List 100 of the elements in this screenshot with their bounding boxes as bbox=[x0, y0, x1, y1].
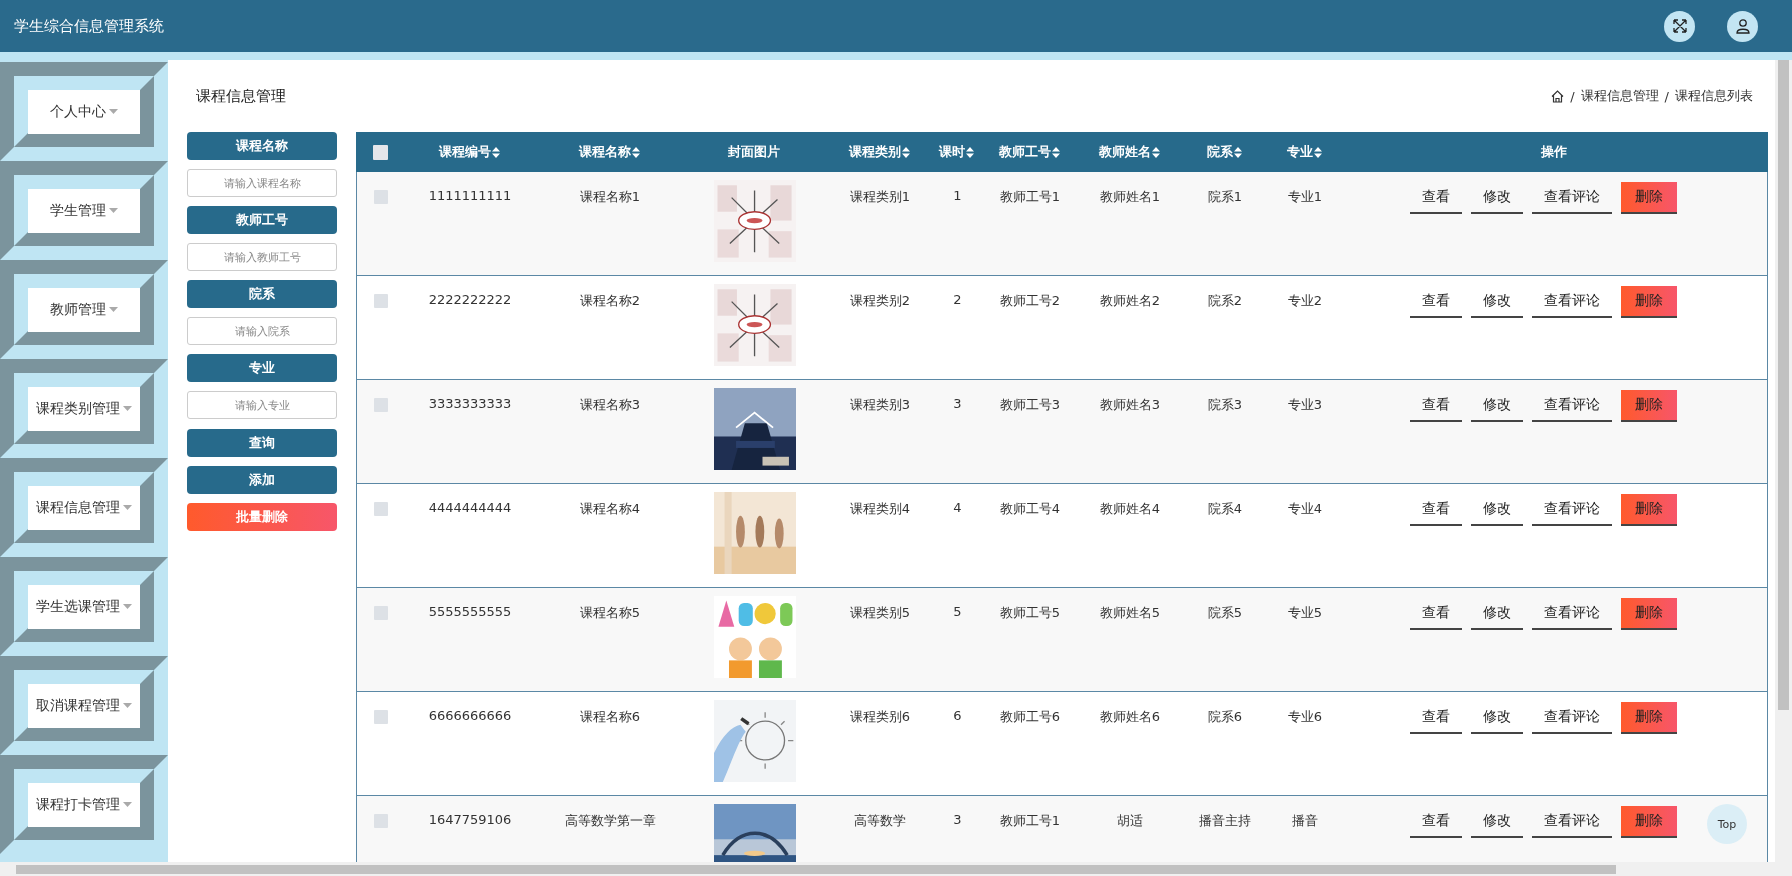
action-button[interactable]: 查看评论 bbox=[1532, 702, 1612, 734]
action-button[interactable]: 查看 bbox=[1410, 390, 1462, 422]
action-button[interactable]: 添加 bbox=[187, 466, 337, 494]
action-button[interactable]: 修改 bbox=[1471, 494, 1523, 526]
row-checkbox[interactable] bbox=[374, 606, 388, 620]
row-checkbox[interactable] bbox=[374, 502, 388, 516]
menu-label: 课程类别管理 bbox=[36, 399, 120, 418]
horizontal-scrollbar[interactable] bbox=[0, 862, 1792, 876]
action-button[interactable]: 修改 bbox=[1471, 598, 1523, 630]
home-icon[interactable] bbox=[1551, 89, 1565, 103]
sidebar-item[interactable]: 学生管理 bbox=[0, 161, 168, 260]
action-button[interactable]: 修改 bbox=[1471, 806, 1523, 838]
action-button[interactable]: 查看评论 bbox=[1532, 806, 1612, 838]
sortable-column-header[interactable]: 专业 bbox=[1286, 143, 1322, 161]
table-cell: 教师姓名3 bbox=[1099, 396, 1161, 414]
table-cell: 院系6 bbox=[1207, 708, 1243, 726]
sidebar-item[interactable]: 教师管理 bbox=[0, 260, 168, 359]
table-cell: 院系4 bbox=[1207, 500, 1243, 518]
sortable-column-header[interactable]: 院系 bbox=[1206, 143, 1242, 161]
select-all-checkbox[interactable] bbox=[372, 144, 388, 160]
table-cell: 教师工号4 bbox=[999, 500, 1061, 518]
table-cell: 院系5 bbox=[1207, 604, 1243, 622]
user-button[interactable] bbox=[1727, 10, 1758, 42]
table-cell: 课程类别1 bbox=[849, 188, 911, 206]
sortable-column-header[interactable]: 课程类别 bbox=[848, 143, 910, 161]
table-cell: 专业1 bbox=[1287, 188, 1323, 206]
sortable-column-header[interactable]: 课程名称 bbox=[578, 143, 640, 161]
row-checkbox[interactable] bbox=[374, 814, 388, 828]
delete-button[interactable]: 删除 bbox=[1621, 182, 1677, 214]
delete-button[interactable]: 删除 bbox=[1621, 806, 1677, 838]
delete-button[interactable]: 删除 bbox=[1621, 598, 1677, 630]
table-cell: 教师工号3 bbox=[999, 396, 1061, 414]
row-checkbox[interactable] bbox=[374, 294, 388, 308]
sortable-column-header[interactable]: 课时 bbox=[939, 143, 974, 161]
sidebar-item[interactable]: 课程类别管理 bbox=[0, 359, 168, 458]
row-checkbox[interactable] bbox=[374, 190, 388, 204]
filter-label: 专业 bbox=[187, 354, 337, 382]
table-cell: 课程类别5 bbox=[849, 604, 911, 622]
table-cell: 教师工号2 bbox=[999, 292, 1061, 310]
search-field[interactable]: 请输入专业 bbox=[187, 391, 337, 419]
delete-button[interactable]: 删除 bbox=[1621, 494, 1677, 526]
sidebar-item[interactable]: 学生选课管理 bbox=[0, 557, 168, 656]
table-cell: 3 bbox=[953, 396, 962, 411]
table-cell: 院系1 bbox=[1207, 188, 1243, 206]
action-button[interactable]: 修改 bbox=[1471, 286, 1523, 318]
action-button[interactable]: 查询 bbox=[187, 429, 337, 457]
table-cell: 教师工号6 bbox=[999, 708, 1061, 726]
caret-icon bbox=[109, 307, 118, 312]
table-cell: 1647759106 bbox=[428, 812, 512, 827]
sortable-column-header[interactable]: 教师工号 bbox=[998, 143, 1060, 161]
table-cell: 教师姓名5 bbox=[1099, 604, 1161, 622]
sidebar-item[interactable]: 个人中心 bbox=[0, 62, 168, 161]
delete-button[interactable]: 删除 bbox=[1621, 702, 1677, 734]
table-cell: 2222222222 bbox=[428, 292, 512, 307]
table-cell: 1 bbox=[953, 188, 962, 203]
search-field[interactable]: 请输入院系 bbox=[187, 317, 337, 345]
breadcrumb-item[interactable]: 课程信息列表 bbox=[1675, 87, 1753, 105]
action-button[interactable]: 查看 bbox=[1410, 598, 1462, 630]
table-cell: 6 bbox=[953, 708, 962, 723]
action-button[interactable]: 查看 bbox=[1410, 806, 1462, 838]
action-button[interactable]: 修改 bbox=[1471, 390, 1523, 422]
sidebar-item[interactable]: 课程信息管理 bbox=[0, 458, 168, 557]
table-cell: 专业3 bbox=[1287, 396, 1323, 414]
action-button[interactable]: 查看评论 bbox=[1532, 494, 1612, 526]
menu-label: 学生选课管理 bbox=[36, 597, 120, 616]
table-cell: 课程类别4 bbox=[849, 500, 911, 518]
action-button[interactable]: 查看 bbox=[1410, 286, 1462, 318]
action-button[interactable]: 修改 bbox=[1471, 182, 1523, 214]
delete-button[interactable]: 删除 bbox=[1621, 286, 1677, 318]
sort-icon bbox=[966, 146, 974, 158]
search-field[interactable]: 请输入教师工号 bbox=[187, 243, 337, 271]
table-cell: 专业6 bbox=[1287, 708, 1323, 726]
table-cell: 院系2 bbox=[1207, 292, 1243, 310]
action-button[interactable]: 查看 bbox=[1410, 182, 1462, 214]
column-header: 操作 bbox=[1540, 143, 1567, 161]
row-checkbox[interactable] bbox=[374, 398, 388, 412]
menu-label: 个人中心 bbox=[50, 102, 106, 121]
sortable-column-header[interactable]: 课程编号 bbox=[438, 143, 500, 161]
sortable-column-header[interactable]: 教师姓名 bbox=[1098, 143, 1160, 161]
breadcrumb-item[interactable]: 课程信息管理 bbox=[1580, 87, 1659, 105]
table-cell: 课程名称5 bbox=[579, 604, 641, 622]
delete-button[interactable]: 删除 bbox=[1621, 390, 1677, 422]
vertical-scrollbar[interactable] bbox=[1775, 60, 1792, 862]
breadcrumb-separator: / bbox=[1570, 88, 1575, 104]
table-cell: 教师姓名6 bbox=[1099, 708, 1161, 726]
action-button[interactable]: 修改 bbox=[1471, 702, 1523, 734]
action-button[interactable]: 查看 bbox=[1410, 702, 1462, 734]
action-button[interactable]: 查看 bbox=[1410, 494, 1462, 526]
action-button[interactable]: 查看评论 bbox=[1532, 390, 1612, 422]
fullscreen-button[interactable] bbox=[1664, 10, 1695, 42]
sidebar-item[interactable]: 取消课程管理 bbox=[0, 656, 168, 755]
action-button[interactable]: 查看评论 bbox=[1532, 182, 1612, 214]
action-button[interactable]: 查看评论 bbox=[1532, 598, 1612, 630]
table-cell: 教师工号1 bbox=[999, 812, 1061, 830]
table-cell: 课程名称2 bbox=[579, 292, 641, 310]
row-checkbox[interactable] bbox=[374, 710, 388, 724]
search-field[interactable]: 请输入课程名称 bbox=[187, 169, 337, 197]
action-button[interactable]: 查看评论 bbox=[1532, 286, 1612, 318]
table-cell: 教师姓名2 bbox=[1099, 292, 1161, 310]
table-cell: 院系3 bbox=[1207, 396, 1243, 414]
